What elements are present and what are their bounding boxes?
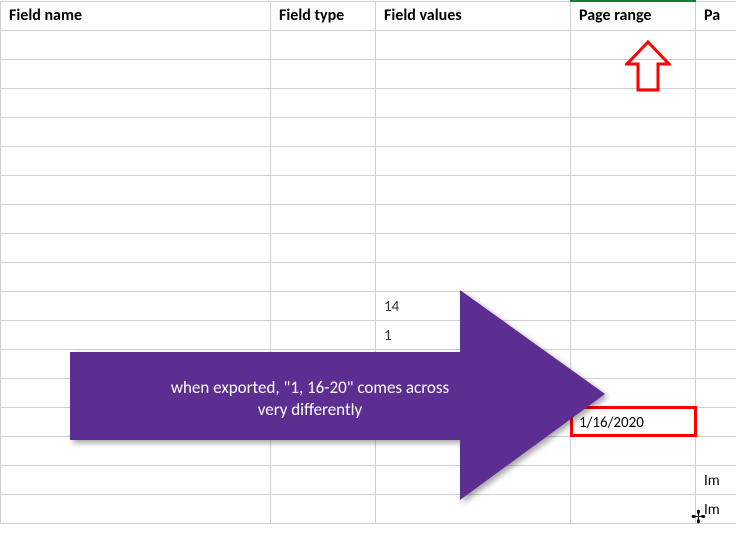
table-row[interactable]: 1/16/2020 [1,407,736,436]
table-row[interactable]: Im [1,494,736,523]
header-row: Field name Field type Field values Page … [1,1,736,30]
cell-date-highlighted[interactable]: 1/16/2020 [571,407,696,436]
table-row[interactable] [1,204,736,233]
spreadsheet-table: Field name Field type Field values Page … [0,0,736,524]
table-row[interactable] [1,117,736,146]
table-row[interactable] [1,349,736,378]
cell-im-2[interactable]: Im [696,494,736,523]
cell-mid-b[interactable]: 1 [376,320,571,349]
cell-im-1[interactable]: Im [696,465,736,494]
table-row[interactable]: Im [1,465,736,494]
table-row[interactable] [1,59,736,88]
header-field-name[interactable]: Field name [1,1,271,30]
table-row[interactable] [1,30,736,59]
header-field-values[interactable]: Field values [376,1,571,30]
header-page-range[interactable]: Page range [571,1,696,30]
cell-mid-a[interactable]: 14 [376,291,571,320]
table-row[interactable] [1,436,736,465]
table-row[interactable] [1,146,736,175]
table-row[interactable] [1,233,736,262]
table-row[interactable] [1,88,736,117]
table-row[interactable]: 1 [1,320,736,349]
table-row[interactable] [1,262,736,291]
table-row[interactable] [1,175,736,204]
table-row[interactable]: 14 [1,291,736,320]
table-row[interactable] [1,378,736,407]
header-last-partial[interactable]: Pa [696,1,736,30]
header-field-type[interactable]: Field type [271,1,376,30]
